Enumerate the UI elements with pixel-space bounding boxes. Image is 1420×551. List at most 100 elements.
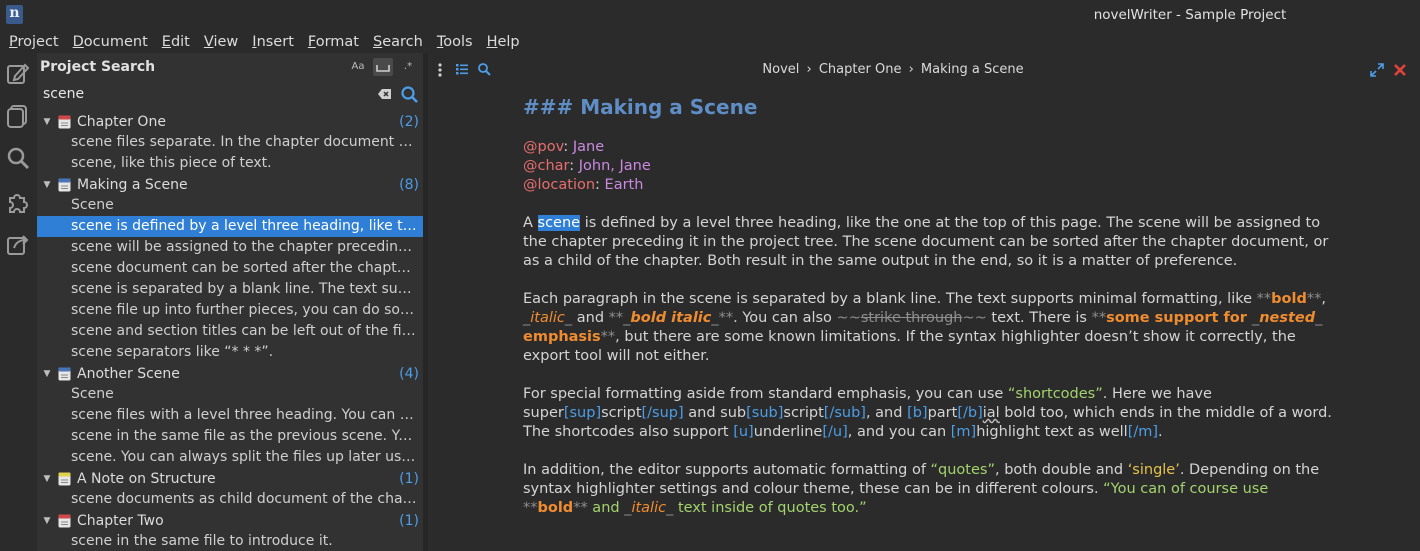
- result-line[interactable]: scene in the same file to introduce it.: [37, 531, 423, 551]
- editor-header: Novel › Chapter One › Making a Scene: [428, 53, 1420, 86]
- result-group-chapter-one[interactable]: ▼ Chapter One (2): [37, 111, 423, 132]
- export-icon[interactable]: [5, 231, 31, 257]
- paragraph-4: In addition, the editor supports automat…: [523, 462, 1320, 516]
- result-line[interactable]: scene documents as child document of the…: [37, 489, 423, 510]
- search-row: [37, 83, 423, 105]
- menu-edit[interactable]: Edit: [155, 30, 197, 53]
- menu-help[interactable]: Help: [480, 30, 527, 53]
- edit-project-icon[interactable]: [5, 61, 31, 87]
- meta-value: Jane: [572, 139, 605, 155]
- meta-line: @char: John, Jane: [523, 158, 651, 174]
- result-count: (1): [399, 512, 419, 529]
- search-go-icon[interactable]: [399, 84, 419, 104]
- outline-list-icon[interactable]: [455, 62, 469, 76]
- collapse-arrow-icon[interactable]: ▼: [37, 516, 53, 526]
- sidebar: [0, 53, 36, 551]
- result-count: (1): [399, 470, 419, 487]
- menu-format[interactable]: Format: [301, 30, 366, 53]
- document-icon: [58, 514, 71, 527]
- result-group-title: Another Scene: [77, 365, 180, 382]
- breadcrumb-item[interactable]: Making a Scene: [921, 62, 1024, 77]
- clear-search-icon[interactable]: [375, 84, 395, 104]
- window-title: novelWriter - Sample Project: [1093, 7, 1287, 23]
- meta-key: @location: [523, 177, 596, 193]
- result-line[interactable]: scene is separated by a blank line. The …: [37, 279, 423, 300]
- menu-view[interactable]: View: [197, 30, 245, 53]
- novel-view-icon[interactable]: [5, 103, 31, 129]
- collapse-arrow-icon[interactable]: ▼: [37, 180, 53, 190]
- result-line[interactable]: scene document can be sorted after the c…: [37, 258, 423, 279]
- collapse-arrow-icon[interactable]: ▼: [37, 474, 53, 484]
- find-in-document-icon[interactable]: [477, 62, 491, 76]
- regex-toggle[interactable]: .*: [398, 58, 418, 76]
- result-count: (2): [399, 113, 419, 130]
- meta-block: @pov: Jane @char: John, Jane @location: …: [523, 138, 1333, 195]
- result-line[interactable]: scene, like this piece of text.: [37, 153, 423, 174]
- whole-word-icon: [376, 65, 390, 72]
- result-line[interactable]: scene files separate. In the chapter doc…: [37, 132, 423, 153]
- result-group-title: Chapter One: [77, 113, 166, 130]
- case-sensitive-toggle[interactable]: Aa: [348, 58, 368, 76]
- breadcrumb-item[interactable]: Chapter One: [819, 62, 902, 77]
- result-line-selected[interactable]: scene is defined by a level three headin…: [37, 216, 423, 237]
- result-line[interactable]: scene. You can always split the files up…: [37, 447, 423, 468]
- meta-key: @pov: [523, 139, 564, 155]
- paragraph-1: A scene is defined by a level three head…: [523, 215, 1329, 269]
- document-icon: [58, 472, 71, 485]
- document-editor: Novel › Chapter One › Making a Scene ###…: [428, 53, 1420, 551]
- search-input[interactable]: [37, 83, 375, 105]
- project-search-panel: Project Search Aa .* ▼ Chapter One (2) s…: [37, 53, 423, 551]
- meta-value: John, Jane: [578, 158, 651, 174]
- breadcrumb-item[interactable]: Novel: [762, 62, 799, 77]
- result-group-note-on-structure[interactable]: ▼ A Note on Structure (1): [37, 468, 423, 489]
- focus-mode-icon[interactable]: [1370, 63, 1384, 77]
- whole-word-toggle[interactable]: [373, 58, 393, 76]
- result-line[interactable]: scene separators like “* * *”.: [37, 342, 423, 363]
- menu-project[interactable]: Project: [2, 30, 66, 53]
- search-match-highlight: scene: [537, 215, 581, 231]
- result-group-title: A Note on Structure: [77, 470, 216, 487]
- result-group-title: Chapter Two: [77, 512, 164, 529]
- document-icon: [58, 367, 71, 380]
- result-line[interactable]: scene and section titles can be left out…: [37, 321, 423, 342]
- result-count: (4): [399, 365, 419, 382]
- meta-value: Earth: [604, 177, 644, 193]
- title-bar: n novelWriter - Sample Project: [0, 0, 1420, 30]
- menu-document[interactable]: Document: [66, 30, 155, 53]
- menu-search[interactable]: Search: [366, 30, 430, 53]
- search-panel-title: Project Search: [40, 59, 156, 75]
- meta-key: @char: [523, 158, 570, 174]
- collapse-arrow-icon[interactable]: ▼: [37, 369, 53, 379]
- search-header: Project Search Aa .*: [37, 53, 423, 81]
- menu-insert[interactable]: Insert: [245, 30, 301, 53]
- result-line[interactable]: scene in the same file as the previous s…: [37, 426, 423, 447]
- breadcrumb: Novel › Chapter One › Making a Scene: [728, 62, 1058, 77]
- result-group-another-scene[interactable]: ▼ Another Scene (4): [37, 363, 423, 384]
- result-line[interactable]: scene file up into further pieces, you c…: [37, 300, 423, 321]
- close-document-icon[interactable]: [1393, 63, 1407, 77]
- result-group-chapter-two[interactable]: ▼ Chapter Two (1): [37, 510, 423, 531]
- collapse-arrow-icon[interactable]: ▼: [37, 117, 53, 127]
- breadcrumb-separator: ›: [908, 62, 914, 77]
- paragraph-3: For special formatting aside from standa…: [523, 386, 1332, 440]
- editor-text[interactable]: ### Making a Scene @pov: Jane @char: Joh…: [523, 95, 1333, 537]
- document-icon: [58, 178, 71, 191]
- plugin-icon[interactable]: [5, 189, 31, 215]
- breadcrumb-separator: ›: [806, 62, 812, 77]
- result-line[interactable]: scene will be assigned to the chapter pr…: [37, 237, 423, 258]
- menu-tools[interactable]: Tools: [430, 30, 480, 53]
- meta-line: @location: Earth: [523, 177, 644, 193]
- paragraph-2: Each paragraph in the scene is separated…: [523, 291, 1326, 364]
- more-options-icon[interactable]: [435, 62, 445, 78]
- menu-bar: Project Document Edit View Insert Format…: [0, 30, 1420, 53]
- result-group-title: Making a Scene: [77, 176, 188, 193]
- meta-line: @pov: Jane: [523, 139, 605, 155]
- result-group-making-a-scene[interactable]: ▼ Making a Scene (8): [37, 174, 423, 195]
- result-line[interactable]: scene files with a level three heading. …: [37, 405, 423, 426]
- result-line[interactable]: Scene: [37, 384, 423, 405]
- app-logo-icon: n: [6, 5, 23, 24]
- scene-heading: ### Making a Scene: [523, 95, 758, 119]
- result-line[interactable]: Scene: [37, 195, 423, 216]
- search-icon[interactable]: [5, 145, 31, 171]
- document-icon: [58, 115, 71, 128]
